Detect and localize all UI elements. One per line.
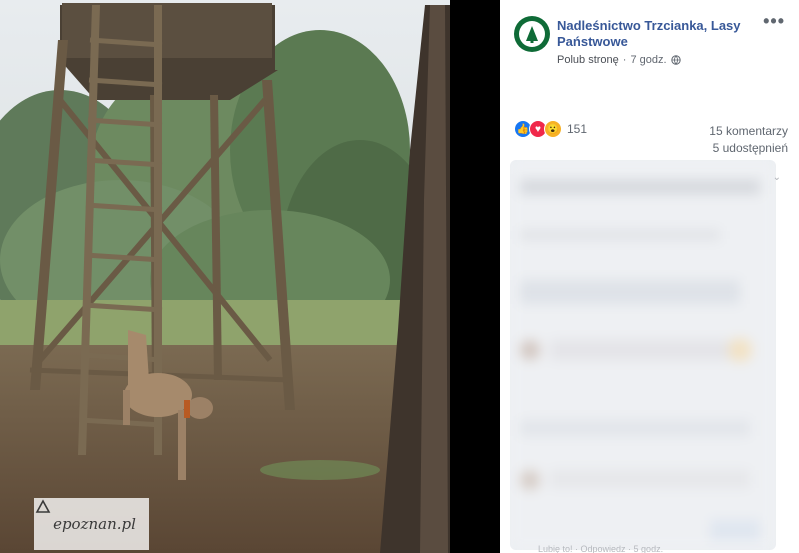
wow-reaction-icon: 😮: [544, 120, 562, 138]
page-avatar[interactable]: [514, 16, 550, 52]
epoznan-logo-icon: [35, 499, 51, 513]
meta-separator: ·: [622, 54, 627, 66]
post-header: Nadleśnictwo Trzcianka, Lasy Państwowe P…: [512, 12, 789, 72]
faint-comment-footer: Lubię to! · Odpowiedz · 5 godz.: [538, 544, 664, 553]
comments-count-link[interactable]: 15 komentarzy: [709, 124, 788, 138]
post-meta: Polub stronę · 7 godz.: [557, 54, 681, 66]
chevron-down-icon[interactable]: ⌄: [773, 172, 781, 183]
watermark-text: epoznan.pl: [53, 515, 136, 533]
lasy-panstwowe-logo-icon: [515, 17, 549, 51]
page-name-link[interactable]: Nadleśnictwo Trzcianka, Lasy Państwowe: [557, 18, 757, 50]
forest-hunting-stand-lynx-image: [0, 0, 500, 553]
blurred-comments-area: [510, 160, 776, 550]
more-options-button[interactable]: •••: [763, 12, 785, 30]
reactions-summary[interactable]: 👍 ♥ 😮 151: [514, 120, 587, 138]
watermark: epoznan.pl: [34, 498, 149, 550]
blurred-content: [510, 160, 776, 550]
reaction-count: 151: [567, 122, 588, 136]
post-time[interactable]: 7 godz.: [630, 54, 666, 66]
post-photo[interactable]: epoznan.pl: [0, 0, 500, 553]
shares-count-link[interactable]: 5 udostępnień: [713, 141, 788, 155]
globe-icon: [670, 55, 681, 65]
post-info-panel: Nadleśnictwo Trzcianka, Lasy Państwowe P…: [500, 0, 799, 553]
like-page-link[interactable]: Polub stronę: [557, 54, 619, 66]
